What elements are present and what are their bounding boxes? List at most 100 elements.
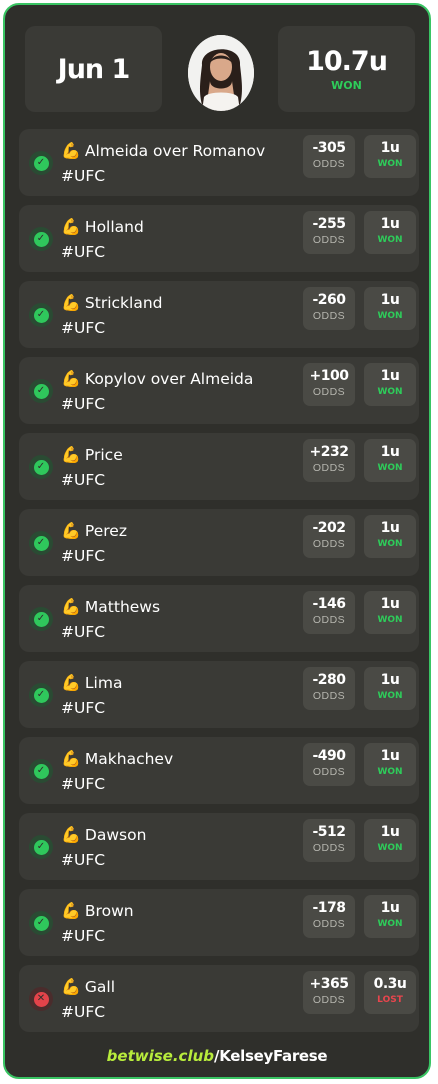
- bet-pick: Holland: [84, 218, 144, 236]
- bet-pick: Perez: [84, 522, 127, 540]
- bet-row[interactable]: ✕ 💪 Gall #UFC +365 ODDS 0.3u LOST: [19, 965, 419, 1032]
- bet-row[interactable]: ✓ 💪 Matthews #UFC -146 ODDS 1u WON: [19, 585, 419, 652]
- units-box: 1u WON: [364, 211, 416, 254]
- x-circle-icon: ✕: [29, 987, 53, 1011]
- odds-label: ODDS: [312, 766, 346, 778]
- bet-tag: #UFC: [61, 1003, 106, 1021]
- units-box: 1u WON: [364, 363, 416, 406]
- odds-value: -146: [312, 596, 346, 612]
- units-value: 1u: [380, 748, 400, 764]
- date-box: Jun 1: [25, 26, 162, 112]
- bet-row[interactable]: ✓ 💪 Lima #UFC -280 ODDS 1u WON: [19, 661, 419, 728]
- odds-label: ODDS: [312, 158, 346, 170]
- odds-label: ODDS: [312, 386, 346, 398]
- units-box: 1u WON: [364, 819, 416, 862]
- odds-label: ODDS: [312, 538, 346, 550]
- bet-row[interactable]: ✓ 💪 Dawson #UFC -512 ODDS 1u WON: [19, 813, 419, 880]
- bet-tag: #UFC: [61, 395, 106, 413]
- odds-box: -146 ODDS: [303, 591, 355, 634]
- units-value: 1u: [380, 824, 400, 840]
- flexed-biceps-icon: 💪: [61, 597, 81, 616]
- status-dot: ✓: [33, 459, 49, 475]
- status-dot: ✓: [33, 383, 49, 399]
- bet-tag: #UFC: [61, 471, 106, 489]
- total-units: 10.7u: [306, 46, 388, 77]
- bet-slip-card: Jun 1 10.7u WON ✓ 💪 Almeida over Romanov …: [3, 3, 431, 1079]
- bet-title: 💪 Kopylov over Almeida: [61, 369, 253, 388]
- status-dot: ✓: [33, 535, 49, 551]
- bet-tag: #UFC: [61, 851, 106, 869]
- bet-row[interactable]: ✓ 💪 Perez #UFC -202 ODDS 1u WON: [19, 509, 419, 576]
- bet-row[interactable]: ✓ 💪 Brown #UFC -178 ODDS 1u WON: [19, 889, 419, 956]
- bet-title: 💪 Price: [61, 445, 123, 464]
- bet-title: 💪 Matthews: [61, 597, 160, 616]
- bet-tag: #UFC: [61, 547, 106, 565]
- total-box: 10.7u WON: [278, 26, 415, 112]
- check-circle-icon: ✓: [29, 455, 53, 479]
- units-box: 1u WON: [364, 287, 416, 330]
- bet-pick: Gall: [84, 978, 116, 996]
- total-status: WON: [331, 79, 362, 92]
- odds-value: +100: [309, 368, 349, 384]
- bet-row[interactable]: ✓ 💪 Strickland #UFC -260 ODDS 1u WON: [19, 281, 419, 348]
- bet-tag: #UFC: [61, 243, 106, 261]
- bet-list: ✓ 💪 Almeida over Romanov #UFC -305 ODDS 1…: [19, 129, 419, 1041]
- check-circle-icon: ✓: [29, 303, 53, 327]
- units-box: 1u WON: [364, 515, 416, 558]
- avatar[interactable]: [188, 35, 254, 111]
- units-value: 1u: [380, 140, 400, 156]
- odds-value: -490: [312, 748, 346, 764]
- bet-pick: Dawson: [84, 826, 147, 844]
- flexed-biceps-icon: 💪: [61, 901, 81, 920]
- result-status: WON: [377, 539, 403, 549]
- flexed-biceps-icon: 💪: [61, 521, 81, 540]
- odds-value: -280: [312, 672, 346, 688]
- odds-label: ODDS: [312, 842, 346, 854]
- bet-tag: #UFC: [61, 699, 106, 717]
- status-dot: ✕: [33, 991, 49, 1007]
- bet-title: 💪 Almeida over Romanov: [61, 141, 265, 160]
- status-dot: ✓: [33, 155, 49, 171]
- bet-pick: Makhachev: [84, 750, 174, 768]
- status-dot: ✓: [33, 687, 49, 703]
- units-value: 0.3u: [373, 976, 407, 992]
- odds-label: ODDS: [312, 462, 346, 474]
- avatar-portrait-icon: [188, 35, 254, 111]
- footer: betwise.club/KelseyFarese: [5, 1047, 429, 1065]
- check-circle-icon: ✓: [29, 759, 53, 783]
- units-value: 1u: [380, 292, 400, 308]
- odds-box: -305 ODDS: [303, 135, 355, 178]
- bet-pick: Strickland: [84, 294, 163, 312]
- status-dot: ✓: [33, 839, 49, 855]
- check-circle-icon: ✓: [29, 835, 53, 859]
- units-value: 1u: [380, 672, 400, 688]
- bet-title: 💪 Makhachev: [61, 749, 173, 768]
- bet-pick: Price: [84, 446, 123, 464]
- result-status: WON: [377, 691, 403, 701]
- bet-row[interactable]: ✓ 💪 Holland #UFC -255 ODDS 1u WON: [19, 205, 419, 272]
- odds-box: -512 ODDS: [303, 819, 355, 862]
- odds-label: ODDS: [312, 234, 346, 246]
- units-box: 1u WON: [364, 895, 416, 938]
- flexed-biceps-icon: 💪: [61, 977, 81, 996]
- check-circle-icon: ✓: [29, 607, 53, 631]
- status-dot: ✓: [33, 763, 49, 779]
- units-box: 1u WON: [364, 743, 416, 786]
- units-box: 0.3u LOST: [364, 971, 416, 1014]
- odds-box: -280 ODDS: [303, 667, 355, 710]
- odds-box: -490 ODDS: [303, 743, 355, 786]
- bet-pick: Matthews: [84, 598, 161, 616]
- brand-link[interactable]: betwise.club: [107, 1047, 214, 1065]
- odds-value: -305: [312, 140, 346, 156]
- bet-row[interactable]: ✓ 💪 Makhachev #UFC -490 ODDS 1u WON: [19, 737, 419, 804]
- units-value: 1u: [380, 216, 400, 232]
- status-dot: ✓: [33, 307, 49, 323]
- bet-row[interactable]: ✓ 💪 Price #UFC +232 ODDS 1u WON: [19, 433, 419, 500]
- result-status: WON: [377, 463, 403, 473]
- odds-label: ODDS: [312, 310, 346, 322]
- bet-row[interactable]: ✓ 💪 Kopylov over Almeida #UFC +100 ODDS 1…: [19, 357, 419, 424]
- flexed-biceps-icon: 💪: [61, 141, 81, 160]
- odds-value: -178: [312, 900, 346, 916]
- bet-row[interactable]: ✓ 💪 Almeida over Romanov #UFC -305 ODDS 1…: [19, 129, 419, 196]
- odds-box: -255 ODDS: [303, 211, 355, 254]
